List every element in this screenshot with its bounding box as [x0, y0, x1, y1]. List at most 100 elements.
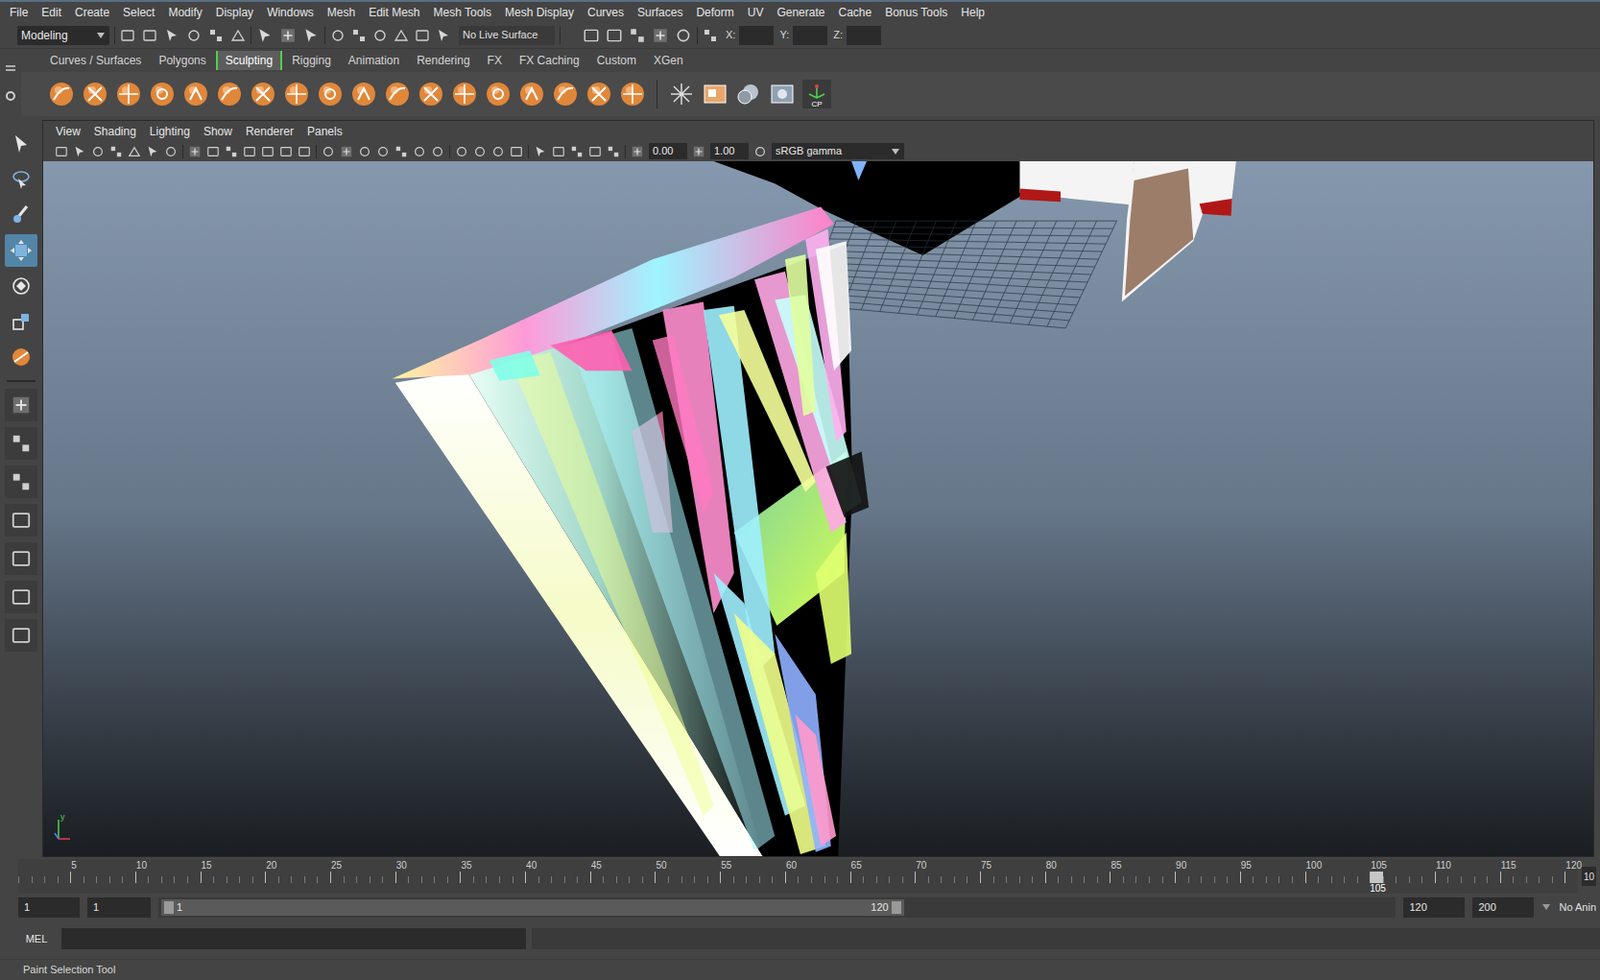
- menu-item[interactable]: Curves: [580, 3, 631, 22]
- menu-item[interactable]: Help: [954, 3, 992, 22]
- display-toggle-icon[interactable]: [297, 144, 311, 159]
- sculpt-tool-icon[interactable]: [585, 80, 613, 108]
- color-space-dropdown[interactable]: sRGB gamma: [771, 143, 905, 160]
- lighting-icon[interactable]: [473, 144, 487, 159]
- layout-icon[interactable]: [10, 394, 32, 416]
- animation-start-field[interactable]: 1: [18, 897, 80, 918]
- shelf-tab[interactable]: Custom: [589, 50, 645, 71]
- lighting-icon[interactable]: [491, 144, 505, 159]
- layout-icon[interactable]: [10, 471, 32, 493]
- sculpt-tool-icon[interactable]: [283, 80, 311, 108]
- sculpt-tool-icon[interactable]: [47, 80, 75, 108]
- viewport[interactable]: y: [43, 161, 1594, 857]
- menu-item[interactable]: Edit Mesh: [361, 3, 427, 22]
- sculpt-tool-icon[interactable]: [81, 80, 109, 108]
- sculpt-tool-icon[interactable]: [148, 80, 176, 108]
- shelf-tab[interactable]: Polygons: [150, 50, 214, 71]
- sculpt-tool-icon[interactable]: [484, 80, 512, 108]
- snap-icon[interactable]: [372, 27, 388, 44]
- playback-end-field[interactable]: 120: [1403, 897, 1465, 918]
- shelf-tab[interactable]: Rigging: [284, 50, 339, 71]
- shelf-tab[interactable]: FX: [479, 50, 510, 71]
- coord-field[interactable]: Y:: [779, 25, 828, 46]
- isolate-icon[interactable]: [533, 144, 548, 159]
- render-icon[interactable]: [582, 26, 600, 45]
- mode-dropdown[interactable]: Modeling: [17, 25, 110, 46]
- range-bar[interactable]: 1120: [161, 899, 905, 916]
- panel-menu-item[interactable]: Panels: [300, 122, 350, 141]
- tool-button[interactable]: [4, 163, 38, 196]
- render-icon[interactable]: [674, 26, 693, 45]
- layout-icon[interactable]: [10, 432, 32, 454]
- current-frame-field[interactable]: 10: [1581, 866, 1597, 886]
- sculpt-tool-icon[interactable]: [182, 80, 210, 108]
- layout-button[interactable]: [4, 388, 38, 422]
- shading-icon[interactable]: [430, 144, 445, 159]
- shading-icon[interactable]: [358, 144, 372, 159]
- shading-icon[interactable]: [339, 144, 354, 159]
- camera-tool-icon[interactable]: [91, 144, 105, 159]
- exposure-icon[interactable]: [630, 144, 645, 159]
- snap-icon[interactable]: [414, 27, 430, 44]
- shading-icon[interactable]: [394, 144, 408, 159]
- file-action-icon[interactable]: [142, 27, 158, 44]
- coord-field[interactable]: X:: [725, 25, 774, 46]
- menu-item[interactable]: Generate: [769, 3, 832, 22]
- shelf-settings-icon[interactable]: [4, 90, 17, 102]
- layout-icon[interactable]: [10, 548, 32, 570]
- render-icon[interactable]: [628, 26, 646, 45]
- display-toggle-icon[interactable]: [279, 144, 293, 159]
- layout-icon[interactable]: [10, 509, 32, 531]
- sculpt-tool-icon[interactable]: [115, 80, 143, 108]
- xgen-icon[interactable]: [668, 80, 695, 108]
- cp-button[interactable]: CP: [802, 79, 832, 109]
- render-icon[interactable]: [651, 26, 669, 45]
- sculpt-tool-icon[interactable]: [417, 80, 445, 108]
- camera-tool-icon[interactable]: [72, 144, 87, 159]
- sculpt-tool-icon[interactable]: [451, 80, 478, 108]
- isolate-icon[interactable]: [588, 144, 602, 159]
- layout-button[interactable]: [4, 465, 38, 499]
- menu-item[interactable]: Edit: [34, 3, 69, 22]
- shading-icon[interactable]: [376, 144, 390, 159]
- anim-layer-label[interactable]: No Anin: [1558, 899, 1597, 916]
- menu-item[interactable]: Modify: [161, 3, 209, 22]
- sculpt-tool-icon[interactable]: [215, 80, 243, 108]
- texture-icon[interactable]: [701, 80, 729, 108]
- animation-end-field[interactable]: 200: [1472, 897, 1534, 918]
- coord-field[interactable]: Z:: [833, 25, 882, 46]
- display-toggle-icon[interactable]: [242, 144, 257, 159]
- shelf-menu-icon[interactable]: [4, 64, 17, 72]
- sculpt-tool-icon[interactable]: [316, 80, 344, 108]
- isolate-icon[interactable]: [606, 144, 621, 159]
- menu-item[interactable]: Surfaces: [630, 3, 690, 22]
- gamma-field[interactable]: 1.00: [710, 143, 749, 160]
- layout-button[interactable]: [4, 580, 38, 614]
- menu-item[interactable]: Mesh Tools: [427, 3, 499, 22]
- layout-button[interactable]: [4, 619, 38, 652]
- sculpt-tool-icon[interactable]: [249, 80, 277, 108]
- layout-icon[interactable]: [10, 586, 32, 608]
- command-input[interactable]: [61, 928, 526, 950]
- shading-icon[interactable]: [321, 144, 335, 159]
- file-action-icon[interactable]: [230, 27, 246, 44]
- color-management-icon[interactable]: [753, 144, 767, 159]
- tool-button[interactable]: [4, 269, 38, 303]
- sculpt-tool-icon[interactable]: [619, 80, 646, 108]
- playback-start-field[interactable]: 1: [87, 897, 151, 918]
- menu-item[interactable]: Create: [68, 3, 117, 22]
- snap-icon[interactable]: [393, 27, 409, 44]
- shelf-tab[interactable]: Animation: [340, 50, 407, 71]
- isolate-icon[interactable]: [551, 144, 566, 159]
- scene-canvas[interactable]: [43, 161, 1594, 857]
- menu-item[interactable]: Mesh: [320, 3, 362, 22]
- camera-tool-icon[interactable]: [164, 144, 178, 159]
- panel-menu-item[interactable]: View: [48, 122, 88, 141]
- transform-mode-icon[interactable]: [702, 27, 718, 44]
- tool-button[interactable]: [4, 127, 38, 161]
- sculpt-tool-icon[interactable]: [518, 80, 546, 108]
- menu-item[interactable]: Windows: [260, 3, 321, 22]
- panel-menu-item[interactable]: Shading: [87, 122, 144, 141]
- panel-menu-item[interactable]: Show: [196, 122, 239, 141]
- language-toggle[interactable]: MEL: [17, 931, 56, 948]
